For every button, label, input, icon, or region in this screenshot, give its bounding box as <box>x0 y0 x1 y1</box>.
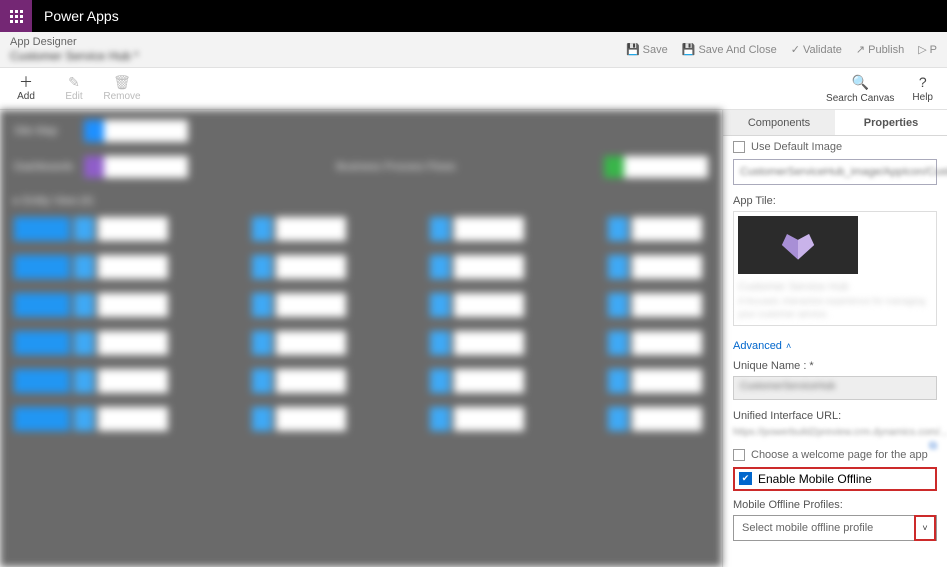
publish-button[interactable]: ↗ Publish <box>856 43 904 56</box>
save-and-close-button[interactable]: 💾 Save And Close <box>682 43 777 56</box>
toolbar: ＋Add ✎Edit 🗑Remove 🔍Search Canvas ?Help <box>0 68 947 110</box>
save-button[interactable]: 💾 Save <box>626 43 668 56</box>
welcome-page-label: Choose a welcome page for the app <box>751 449 928 461</box>
heart-icon <box>776 225 820 265</box>
unique-name-input: CustomerServiceHub <box>733 376 937 400</box>
tile-title: Customer Service Hub <box>738 280 932 295</box>
tab-properties[interactable]: Properties <box>835 110 947 135</box>
breadcrumb-label: App Designer <box>10 36 139 48</box>
advanced-toggle[interactable]: Advanced˄ <box>733 340 791 352</box>
mobile-offline-profiles-placeholder: Select mobile offline profile <box>742 522 873 534</box>
use-default-image-label: Use Default Image <box>751 141 842 153</box>
right-panel: Components Properties Use Default Image … <box>722 110 947 567</box>
validate-button[interactable]: ✓ Validate <box>791 43 842 56</box>
copy-url-icon[interactable]: ⧉ <box>929 439 937 453</box>
enable-mobile-offline-highlight: ✔ Enable Mobile Offline <box>733 467 937 491</box>
product-name: Power Apps <box>32 8 119 24</box>
use-default-image-checkbox[interactable] <box>733 141 745 153</box>
enable-mobile-offline-checkbox[interactable]: ✔ <box>739 472 752 485</box>
tab-components[interactable]: Components <box>723 110 835 135</box>
mobile-offline-profiles-select[interactable]: Select mobile offline profile ˅ <box>733 515 937 541</box>
unique-name-label: Unique Name : * <box>733 360 937 372</box>
add-button[interactable]: ＋Add <box>8 75 44 102</box>
search-canvas-button[interactable]: 🔍Search Canvas <box>826 74 894 104</box>
remove-button: 🗑Remove <box>104 75 140 102</box>
breadcrumb-app-name: Customer Service Hub * <box>10 49 139 63</box>
welcome-page-checkbox[interactable] <box>733 449 745 461</box>
unified-url-value: https://powerbuild2preview.crm.dynamics.… <box>733 426 937 439</box>
designer-canvas[interactable]: Site Map Dashboards Business Process Flo… <box>0 110 722 567</box>
chevron-down-icon[interactable]: ˅ <box>914 515 936 541</box>
app-tile-preview: Customer Service Hub A focused, interact… <box>733 211 937 326</box>
mobile-offline-profiles-label: Mobile Offline Profiles: <box>733 499 937 511</box>
image-select[interactable]: CustomerServiceHub_image/AppIcon/Custome… <box>733 159 937 185</box>
chevron-up-icon: ˄ <box>786 341 791 351</box>
app-tile-image <box>738 216 858 274</box>
breadcrumb-bar: App Designer Customer Service Hub * 💾 Sa… <box>0 32 947 68</box>
edit-button: ✎Edit <box>56 75 92 102</box>
app-tile-label: App Tile: <box>733 195 937 207</box>
unified-url-label: Unified Interface URL: <box>733 410 937 422</box>
enable-mobile-offline-label: Enable Mobile Offline <box>758 472 872 486</box>
app-launcher-icon[interactable] <box>0 0 32 32</box>
help-button[interactable]: ?Help <box>912 74 933 104</box>
play-button[interactable]: ▷ P <box>918 43 937 56</box>
title-bar: Power Apps <box>0 0 947 32</box>
tile-sub: A focused, interactive experience for ma… <box>738 295 932 320</box>
